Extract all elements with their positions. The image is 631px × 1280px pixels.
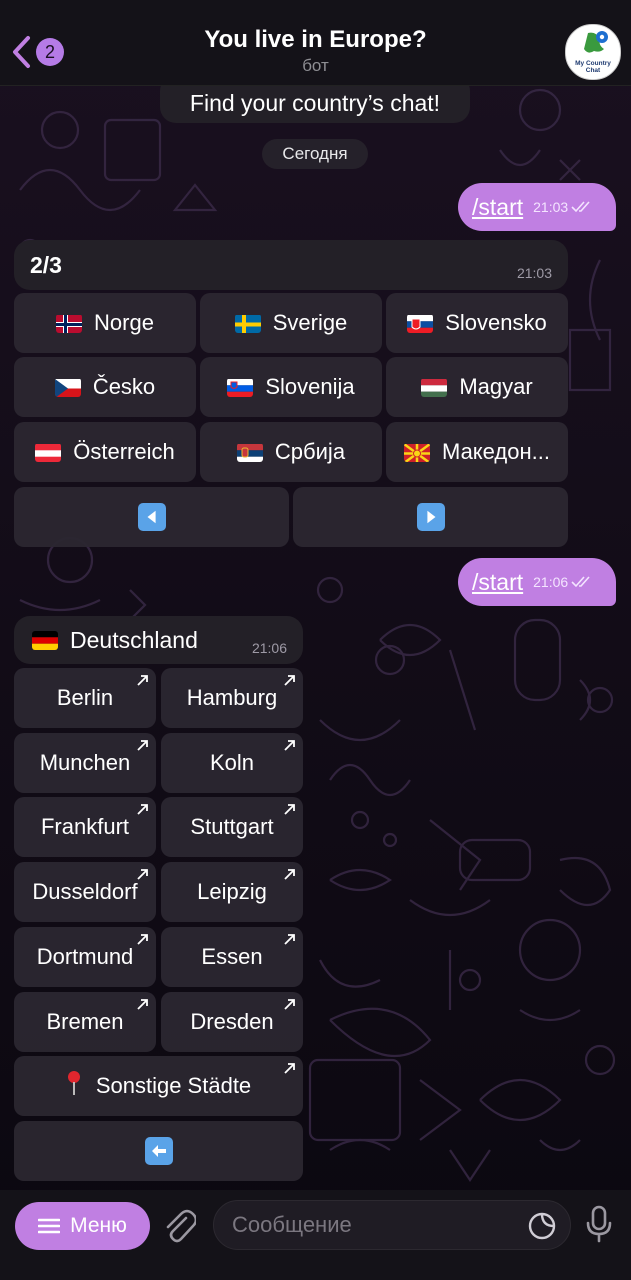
flag-austria-icon xyxy=(35,443,62,462)
other-cities-button[interactable]: Sonstige Städte xyxy=(14,1056,303,1116)
menu-icon xyxy=(38,1218,61,1234)
city-button[interactable]: Stuttgart xyxy=(161,797,303,858)
flag-sweden-icon xyxy=(234,314,261,333)
page-next-button[interactable] xyxy=(293,487,568,547)
city-button[interactable]: Frankfurt xyxy=(14,797,156,858)
external-link-icon xyxy=(137,804,148,816)
outgoing-message: /start 21:06 xyxy=(458,558,616,606)
chat-header: 2 You live in Europe? бот My Country Cha… xyxy=(0,0,631,86)
message-time: 21:03 xyxy=(516,265,552,281)
country-button-makedonija[interactable]: Македон... xyxy=(386,422,568,482)
back-button-keyboard[interactable] xyxy=(14,1121,303,1181)
city-button[interactable]: Munchen xyxy=(14,732,156,793)
external-link-icon xyxy=(137,933,148,945)
flag-slovenia-icon xyxy=(227,378,254,397)
message-time: 21:06 xyxy=(251,640,287,656)
read-ticks-icon xyxy=(571,201,590,213)
bot-avatar[interactable]: My Country Chat xyxy=(565,24,621,80)
message-text: 2/3 xyxy=(30,252,62,278)
external-link-icon xyxy=(284,933,295,945)
outgoing-message: /start 21:03 xyxy=(458,183,616,231)
flag-hungary-icon xyxy=(421,378,448,397)
flag-north-macedonia-icon xyxy=(404,442,430,462)
svg-text:Chat: Chat xyxy=(586,67,601,74)
message-composer: Меню Сообщение xyxy=(0,1190,631,1280)
left-arrow-icon xyxy=(137,503,166,531)
flag-norway-icon xyxy=(56,314,83,333)
country-button-norge[interactable]: Norge xyxy=(14,293,196,353)
microphone-icon[interactable] xyxy=(585,1205,613,1243)
back-button[interactable]: 2 xyxy=(10,30,70,74)
city-button[interactable]: Leipzig xyxy=(161,862,303,923)
message-time: 21:06 xyxy=(533,574,569,590)
external-link-icon xyxy=(137,739,148,751)
message-list[interactable]: Find your country’s chat! Сегодня /start… xyxy=(0,85,631,1190)
country-button-osterreich[interactable]: Österreich xyxy=(14,422,196,482)
chat-title: You live in Europe? xyxy=(204,26,427,53)
right-arrow-icon xyxy=(416,503,445,531)
country-button-cesko[interactable]: Česko xyxy=(14,357,196,417)
flag-czechia-icon xyxy=(54,378,81,397)
city-button[interactable]: Berlin xyxy=(14,668,156,728)
read-ticks-icon xyxy=(571,576,590,588)
country-button-srbija[interactable]: Србија xyxy=(200,422,382,482)
city-button[interactable]: Dresden xyxy=(161,991,303,1052)
flag-serbia-icon xyxy=(236,443,263,462)
flag-germany-icon xyxy=(32,631,58,650)
flag-slovakia-icon xyxy=(407,314,434,333)
external-link-icon xyxy=(137,869,148,880)
message-text: Deutschland xyxy=(70,627,198,653)
menu-button[interactable]: Меню xyxy=(15,1202,150,1250)
svg-text:My Country: My Country xyxy=(575,60,611,67)
chevron-left-icon xyxy=(13,36,30,68)
external-link-icon xyxy=(284,675,295,686)
country-button-magyar[interactable]: Magyar xyxy=(386,357,568,417)
pin-icon xyxy=(66,1070,82,1102)
city-button[interactable]: Essen xyxy=(161,926,303,987)
city-button[interactable]: Dusseldorf xyxy=(14,862,156,923)
command-link[interactable]: /start xyxy=(472,194,523,221)
page-prev-button[interactable] xyxy=(14,487,289,547)
attach-icon[interactable] xyxy=(162,1208,196,1244)
command-link[interactable]: /start xyxy=(472,569,523,596)
incoming-message: Deutschland 21:06 xyxy=(14,616,303,664)
external-link-icon xyxy=(284,739,295,751)
city-button[interactable]: Koln xyxy=(161,732,303,793)
back-arrow-icon xyxy=(144,1137,173,1165)
message-time: 21:03 xyxy=(533,199,569,215)
external-link-icon xyxy=(137,675,148,686)
chat-subtitle: бот xyxy=(302,56,329,75)
unread-badge: 2 xyxy=(36,38,64,66)
date-divider: Сегодня xyxy=(262,139,368,169)
external-link-icon xyxy=(137,998,148,1010)
incoming-message: 2/3 21:03 xyxy=(14,240,568,290)
external-link-icon xyxy=(284,998,295,1010)
city-button[interactable]: Dortmund xyxy=(14,926,156,987)
country-button-slovenija[interactable]: Slovenija xyxy=(200,357,382,417)
city-button[interactable]: Hamburg xyxy=(161,668,303,728)
city-button[interactable]: Bremen xyxy=(14,991,156,1052)
bot-message-partial: Find your country’s chat! xyxy=(160,85,470,123)
my-country-chat-logo: My Country Chat xyxy=(566,25,620,79)
external-link-icon xyxy=(284,869,295,880)
external-link-icon xyxy=(284,804,295,816)
country-button-slovensko[interactable]: Slovensko xyxy=(386,293,568,353)
country-button-sverige[interactable]: Sverige xyxy=(200,293,382,353)
message-input[interactable]: Сообщение xyxy=(213,1200,571,1250)
external-link-icon xyxy=(284,1063,295,1074)
chat-title-area[interactable]: You live in Europe? бот xyxy=(120,26,511,76)
sticker-icon[interactable] xyxy=(528,1212,556,1240)
